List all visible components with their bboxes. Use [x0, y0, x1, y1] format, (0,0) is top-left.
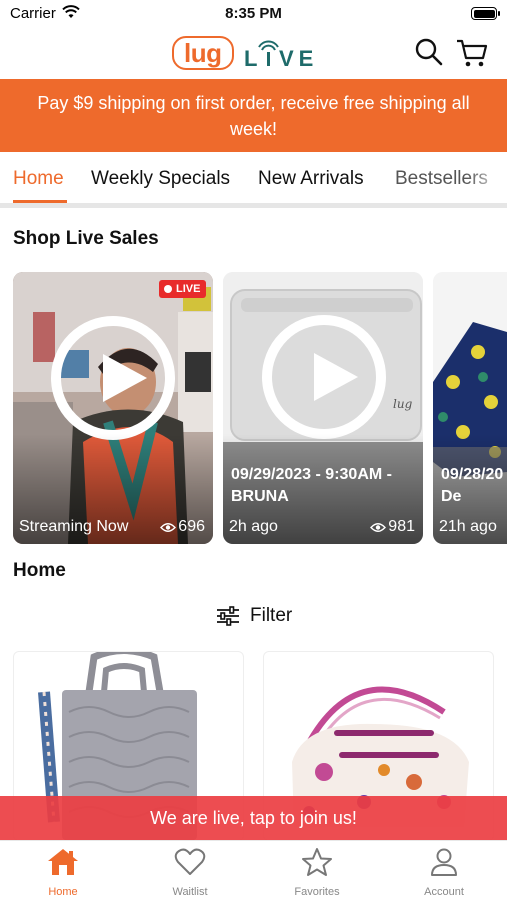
eye-icon: [370, 522, 387, 532]
card-title: 09/28/20 -4PM-De: [441, 466, 507, 505]
nav-home[interactable]: Home: [13, 847, 113, 898]
active-tab-indicator: [13, 200, 67, 203]
category-tabs: Home Weekly Specials New Arrivals Bestse…: [0, 152, 507, 208]
nav-favorites[interactable]: Favorites: [267, 847, 367, 898]
live-wordmark-icon: L VE: [244, 40, 314, 70]
promo-text: Pay $9 shipping on first order, receive …: [37, 93, 470, 139]
eye-icon: [160, 522, 177, 532]
svg-text:VE: VE: [279, 46, 314, 70]
star-icon: [302, 848, 332, 876]
logo-live-text: L VE: [244, 36, 314, 70]
live-card-replay[interactable]: lug 09/29/2023 - 9:30AM - BRUNA 2h ago 9…: [223, 272, 423, 544]
card-meta: 21h ago: [439, 518, 497, 535]
filter-label: Filter: [250, 605, 293, 626]
join-live-banner[interactable]: We are live, tap to join us!: [0, 796, 507, 840]
app-header: lug L VE: [0, 28, 507, 78]
live-dot-icon: [164, 285, 172, 293]
battery-icon: [471, 7, 500, 20]
live-badge: LIVE: [159, 280, 207, 298]
filter-button[interactable]: Filter: [216, 605, 292, 627]
nav-waitlist[interactable]: Waitlist: [140, 847, 240, 898]
card-title: 09/29/2023 - 9:30AM - BRUNA: [231, 466, 392, 505]
view-count-value: 696: [178, 518, 205, 535]
nav-home-label: Home: [48, 886, 78, 898]
live-card-replay-partial[interactable]: 09/28/20 -4PM-De 21h ago: [433, 272, 507, 544]
svg-text:L: L: [244, 46, 262, 70]
search-icon[interactable]: [415, 38, 443, 66]
join-live-text: We are live, tap to join us!: [150, 808, 357, 828]
lug-live-logo: lug L VE: [172, 34, 314, 72]
nav-waitlist-label: Waitlist: [172, 886, 208, 898]
live-card-streaming[interactable]: LIVE Streaming Now 696: [13, 272, 213, 544]
tab-weekly-specials[interactable]: Weekly Specials: [91, 168, 230, 190]
tabs-fade: [467, 152, 507, 202]
tab-home[interactable]: Home: [13, 168, 64, 190]
svg-text:lug: lug: [393, 397, 413, 411]
heart-icon: [174, 848, 206, 875]
play-icon[interactable]: [262, 315, 386, 439]
live-badge-label: LIVE: [176, 283, 201, 295]
section-title-live-sales: Shop Live Sales: [13, 228, 159, 249]
play-icon[interactable]: [51, 316, 175, 440]
card-meta: 2h ago: [229, 518, 278, 535]
bottom-tab-bar: Home Waitlist Favorites Account: [0, 840, 507, 900]
cart-icon[interactable]: [456, 38, 488, 68]
filter-sliders-icon: [217, 606, 239, 626]
nav-favorites-label: Favorites: [294, 886, 340, 898]
home-icon: [48, 849, 78, 875]
view-count-value: 981: [388, 518, 415, 535]
nav-account-label: Account: [424, 886, 464, 898]
tab-new-arrivals[interactable]: New Arrivals: [258, 168, 364, 190]
nav-account[interactable]: Account: [394, 847, 494, 898]
clock: 8:35 PM: [225, 5, 282, 22]
card-meta: Streaming Now: [19, 518, 129, 535]
section-title-home: Home: [13, 560, 66, 581]
logo-lug-text: lug: [172, 36, 234, 70]
person-icon: [431, 848, 457, 876]
status-bar: Carrier 8:35 PM: [0, 0, 507, 28]
promo-banner[interactable]: Pay $9 shipping on first order, receive …: [0, 79, 507, 152]
view-count: 981: [370, 518, 415, 536]
view-count: 696: [160, 518, 205, 536]
